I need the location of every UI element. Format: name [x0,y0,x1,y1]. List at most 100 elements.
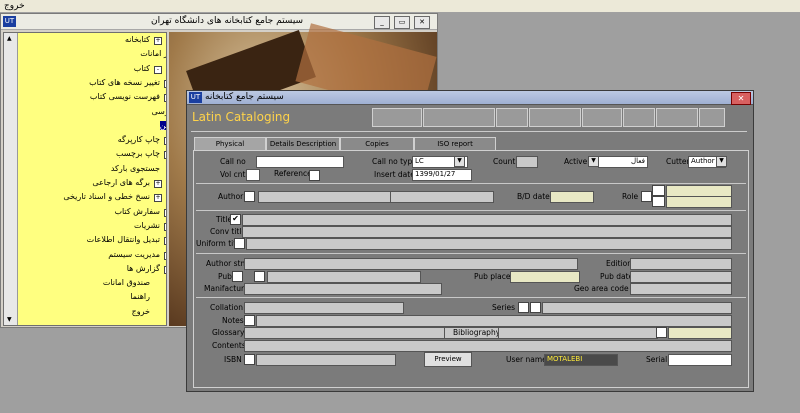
role-checkbox[interactable] [641,191,652,202]
pub-field[interactable] [267,271,421,283]
notes-field[interactable] [256,315,732,327]
manifacture-field[interactable] [244,283,442,295]
count-field[interactable] [516,156,538,168]
tree-item[interactable]: گزارش ها [127,264,160,273]
tree-scrollbar[interactable]: ▲ ▼ [4,33,18,325]
author-field-2[interactable] [390,191,494,203]
reference-checkbox[interactable] [309,170,320,181]
tree-item[interactable]: مدیریت سیستم [108,250,160,259]
toolbar-button-1[interactable] [372,108,422,127]
chevron-down-icon[interactable]: ▼ [454,156,465,167]
serial-field[interactable] [668,354,732,366]
tree-item[interactable]: برگه های ارجاعی [92,178,150,187]
tree-item[interactable]: صندوق امانات [103,278,150,287]
tree-item[interactable]: جستجوی بارکد [111,164,160,173]
tree-item[interactable]: نشریات [134,221,160,230]
pub-checkbox-2[interactable] [254,271,265,282]
scroll-down-icon[interactable]: ▼ [7,316,12,323]
collation-field[interactable] [244,302,404,314]
expand-icon[interactable]: + [164,237,166,246]
user-name-field[interactable]: MOTALEBI [544,354,618,366]
pub-place-field[interactable] [510,271,580,283]
pub-date-field[interactable] [630,271,732,283]
tree-item[interactable]: چاپ برچسب [116,149,160,158]
expand-icon[interactable]: + [164,151,166,160]
tree-item[interactable]: چاپ کارپرگه [118,135,160,144]
vol-cnt-field[interactable] [246,169,260,181]
active-field[interactable]: فعال [598,156,648,168]
contents-field[interactable] [244,340,732,352]
close-icon[interactable]: ✕ [731,92,751,105]
expand-icon[interactable]: + [154,180,162,188]
expand-icon[interactable]: + [154,37,162,45]
geo-area-code-field[interactable] [630,283,732,295]
bibliography-field-2[interactable] [668,327,732,339]
tab-iso-report[interactable]: ISO report [414,137,496,151]
role-field-2[interactable] [666,196,732,208]
tab-details-description[interactable]: Details Description [266,137,340,151]
expand-icon[interactable]: + [154,194,162,203]
isbn-checkbox[interactable] [244,354,255,365]
tree-item[interactable]: فارسی [152,107,167,116]
tree-item[interactable]: کتابخانه [125,35,150,44]
tree-window-titlebar: _ ▭ ✕ سیستم جامع کتابخانه های دانشگاه ته… [1,14,437,30]
scroll-up-icon[interactable]: ▲ [7,35,12,42]
expand-icon[interactable]: + [164,137,166,146]
bibliography-checkbox[interactable] [656,327,667,338]
author-field[interactable] [258,191,392,203]
author-checkbox[interactable] [244,191,255,202]
minimize-icon[interactable]: _ [374,16,390,29]
toolbar-button-2[interactable] [423,108,495,127]
isbn-field[interactable] [256,354,396,366]
toolbar-button-3[interactable] [496,108,528,127]
title-field[interactable] [242,214,732,226]
call-no-field[interactable] [256,156,344,168]
expand-icon[interactable]: + [164,79,166,88]
role-button-down[interactable] [652,196,665,207]
menu-exit[interactable]: خروج [4,1,25,11]
restore-icon[interactable]: ▭ [394,16,410,29]
pub-checkbox[interactable] [232,271,243,282]
tree-item[interactable]: لاتین [159,120,166,130]
expand-icon[interactable]: + [164,251,166,260]
tree-item[interactable]: راهنما [130,292,150,301]
glossary-field[interactable] [244,327,448,339]
tree-item[interactable]: تبدیل وانتقال اطلاعات [87,235,160,244]
series-field[interactable] [542,302,732,314]
expand-icon[interactable]: + [164,208,166,217]
preview-button[interactable]: Preview [424,352,472,367]
tree-item[interactable]: نسخ خطی و اسناد تاریخی [63,192,150,201]
bd-date-field[interactable] [550,191,594,203]
series-checkbox-2[interactable] [530,302,541,313]
chevron-down-icon[interactable]: ▼ [716,156,727,167]
series-checkbox[interactable] [518,302,529,313]
notes-checkbox[interactable] [244,315,255,326]
bibliography-field[interactable] [498,327,658,339]
edition-field[interactable] [630,258,732,270]
conv-title-field[interactable] [242,226,732,238]
toolbar-button-8[interactable] [699,108,725,127]
toolbar-button-4[interactable] [529,108,581,127]
expand-icon[interactable]: + [164,222,166,231]
close-icon[interactable]: ✕ [414,16,430,29]
uniform-title-checkbox[interactable] [234,238,245,249]
tree-item[interactable]: خروج [132,307,150,316]
tree-item[interactable]: کتاب [134,64,150,73]
role-button-up[interactable] [652,185,665,196]
title-checkbox[interactable]: ✔ [230,214,241,225]
toolbar-button-6[interactable] [623,108,655,127]
expand-icon[interactable]: + [164,265,166,274]
author-stm-field[interactable] [244,258,578,270]
collapse-icon[interactable]: - [164,94,166,103]
tab-physical-description[interactable]: Physical Description [194,137,266,160]
tree-item[interactable]: فهرست نویسی کتاب [90,92,160,101]
insert-date-field[interactable]: 1399/01/27 [412,169,472,181]
collapse-icon[interactable]: - [154,65,162,74]
uniform-title-field[interactable] [246,238,732,250]
toolbar-button-7[interactable] [656,108,698,127]
tab-copies[interactable]: Copies [340,137,414,151]
toolbar-button-5[interactable] [582,108,622,127]
tree-item[interactable]: تغییر نسخه های کتاب [89,78,160,87]
tree-item[interactable]: سفارش کتاب [114,207,160,216]
tree-item[interactable]: میز امانات [140,49,166,58]
